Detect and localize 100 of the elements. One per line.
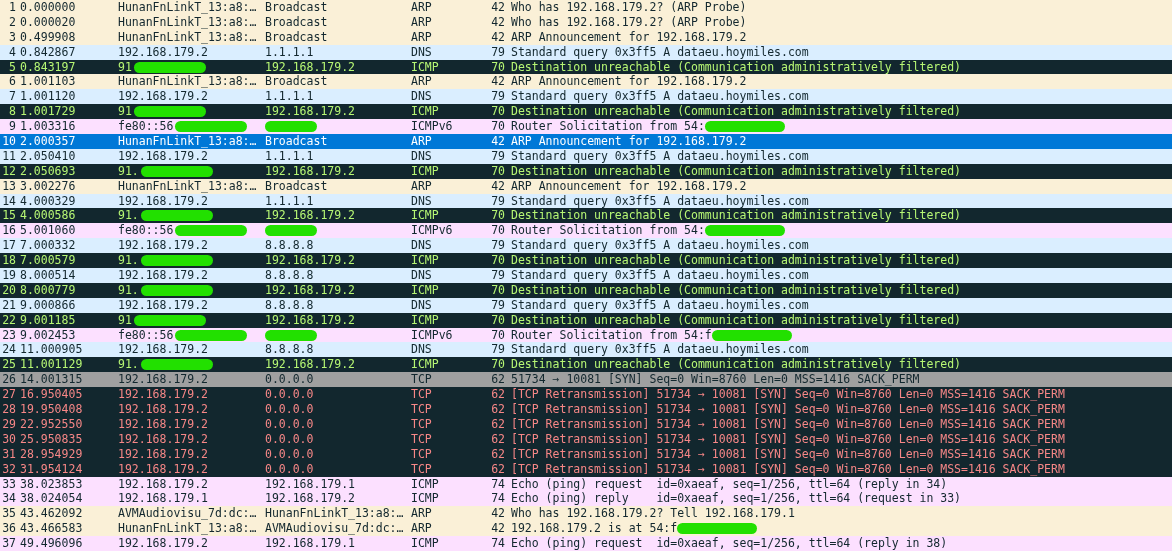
packet-row[interactable]: 18 7.000579 91. 192.168.179.2 ICMP 70 Destination unreachable (Communication administratively filtered) — [0, 253, 1172, 269]
packet-number: 10 — [2, 134, 16, 149]
packet-length: 70 — [491, 327, 505, 343]
source-address: 192.168.179.2 — [118, 431, 208, 447]
source-address: 192.168.179.2 — [118, 342, 208, 358]
packet-time: 38.024054 — [20, 491, 83, 507]
source-address: HunanFnLinkT_13:a8:… — [118, 74, 257, 90]
destination-address: 192.168.179.2 — [265, 104, 355, 120]
destination-address: 0.0.0.0 — [265, 387, 314, 403]
source-address: 192.168.179.2 — [118, 238, 208, 254]
packet-row[interactable]: 27 16.950405 192.168.179.2 0.0.0.0 TCP 62 [TCP Retransmission] 51734 → 10081 [SYN] Seq=0 Win=8760 Len=0 MSS=1416 SACK_PERM — [0, 387, 1172, 403]
packet-row[interactable]: 17 7.000332 192.168.179.2 8.8.8.8 DNS 79 Standard query 0x3ff5 A dataeu.hoymiles.com — [0, 238, 1172, 254]
packet-number: 25 — [2, 357, 16, 373]
destination-address: 192.168.179.1 — [265, 536, 355, 551]
protocol-label: DNS — [411, 238, 432, 254]
packet-time: 25.950835 — [20, 431, 83, 447]
packet-row[interactable]: 6 1.001103 HunanFnLinkT_13:a8:… Broadcast ARP 42 ARP Announcement for 192.168.179.2 — [0, 74, 1172, 90]
packet-info: Destination unreachable (Communication administratively filtered) — [511, 357, 962, 373]
source-address: AVMAudiovisu_7d:dc:… — [118, 506, 257, 522]
packet-row[interactable]: 25 11.001129 91. 192.168.179.2 ICMP 70 Destination unreachable (Communication administratively filtered) — [0, 357, 1172, 373]
packet-time: 7.000579 — [20, 253, 76, 269]
packet-number: 33 — [2, 476, 16, 492]
destination-address: 0.0.0.0 — [265, 402, 314, 417]
packet-row[interactable]: 10 2.000357 HunanFnLinkT_13:a8:… Broadcast ARP 42 ARP Announcement for 192.168.179.2 — [0, 134, 1172, 149]
packet-info: Destination unreachable (Communication administratively filtered) — [511, 253, 962, 269]
destination-address: Broadcast — [265, 14, 328, 30]
packet-time: 2.050693 — [20, 163, 76, 179]
packet-info: Standard query 0x3ff5 A dataeu.hoymiles.com — [511, 342, 809, 358]
packet-row[interactable]: 7 1.001120 192.168.179.2 1.1.1.1 DNS 79 Standard query 0x3ff5 A dataeu.hoymiles.com — [0, 89, 1172, 105]
packet-number: 22 — [2, 312, 16, 328]
packet-number: 31 — [2, 446, 16, 462]
packet-info: [TCP Retransmission] 51734 → 10081 [SYN] Seq=0 Win=8760 Len=0 MSS=1416 SACK_PERM — [511, 416, 1065, 432]
protocol-label: ICMP — [411, 357, 439, 373]
packet-number: 1 — [9, 0, 16, 15]
source-address: HunanFnLinkT_13:a8:… — [118, 134, 257, 149]
packet-number: 35 — [2, 506, 16, 522]
destination-address: 192.168.179.2 — [265, 208, 355, 224]
destination-address: Broadcast — [265, 29, 328, 45]
packet-row[interactable]: 1 0.000000 HunanFnLinkT_13:a8:… Broadcast ARP 42 Who has 192.168.179.2? (ARP Probe) — [0, 0, 1172, 15]
packet-row[interactable]: 16 5.001060 fe80::56 ICMPv6 70 Router Solicitation from 54: — [0, 223, 1172, 239]
packet-length: 70 — [491, 357, 505, 373]
source-address: 91 — [118, 59, 132, 75]
packet-time: 16.950405 — [20, 387, 83, 403]
packet-info: Destination unreachable (Communication administratively filtered) — [511, 59, 962, 75]
packet-number: 34 — [2, 491, 16, 507]
packet-row[interactable]: 15 4.000586 91. 192.168.179.2 ICMP 70 Destination unreachable (Communication administratively filtered) — [0, 208, 1172, 224]
packet-length: 70 — [491, 253, 505, 269]
packet-row[interactable]: 36 43.466583 HunanFnLinkT_13:a8:… AVMAudiovisu_7d:dc:… ARP 42 192.168.179.2 is at 54:f — [0, 521, 1172, 537]
destination-address: 192.168.179.2 — [265, 491, 355, 507]
packet-info: [TCP Retransmission] 51734 → 10081 [SYN] Seq=0 Win=8760 Len=0 MSS=1416 SACK_PERM — [511, 446, 1065, 462]
source-address: 192.168.179.2 — [118, 402, 208, 417]
packet-time: 1.001120 — [20, 89, 76, 105]
destination-address: 192.168.179.1 — [265, 476, 355, 492]
packet-row[interactable]: 8 1.001729 91 192.168.179.2 ICMP 70 Destination unreachable (Communication administratively filtered) — [0, 104, 1172, 120]
source-address: fe80::56 — [118, 223, 174, 239]
packet-length: 42 — [491, 506, 505, 522]
packet-info: ARP Announcement for 192.168.179.2 — [511, 178, 747, 194]
packet-row[interactable]: 26 14.001315 192.168.179.2 0.0.0.0 TCP 62 51734 → 10081 [SYN] Seq=0 Win=8760 Len=0 MSS=1416 SACK_PERM — [0, 372, 1172, 388]
destination-address: 192.168.179.2 — [265, 282, 355, 298]
packet-row[interactable]: 19 8.000514 192.168.179.2 8.8.8.8 DNS 79 Standard query 0x3ff5 A dataeu.hoymiles.com — [0, 268, 1172, 283]
packet-row[interactable]: 35 43.462092 AVMAudiovisu_7d:dc:… HunanFnLinkT_13:a8:… ARP 42 Who has 192.168.179.2? Tell 192.168.179.1 — [0, 506, 1172, 522]
packet-info: ARP Announcement for 192.168.179.2 — [511, 74, 747, 90]
destination-address: 192.168.179.2 — [265, 357, 355, 373]
source-address: 91 — [118, 312, 132, 328]
packet-row[interactable]: 9 1.003316 fe80::56 ICMPv6 70 Router Solicitation from 54: — [0, 119, 1172, 134]
packet-length: 79 — [491, 238, 505, 254]
packet-info: Destination unreachable (Communication administratively filtered) — [511, 163, 962, 179]
destination-address: 1.1.1.1 — [265, 193, 314, 209]
packet-row[interactable]: 37 49.496096 192.168.179.2 192.168.179.1 ICMP 74 Echo (ping) request id=0xaeaf, seq=1/256, ttl=64 (reply in 38) — [0, 536, 1172, 551]
packet-time: 2.050410 — [20, 148, 76, 164]
source-address: 192.168.179.2 — [118, 89, 208, 105]
packet-time: 2.000357 — [20, 134, 76, 149]
source-address: fe80::56 — [118, 327, 174, 343]
protocol-label: ARP — [411, 521, 432, 537]
packet-length: 42 — [491, 74, 505, 90]
packet-length: 79 — [491, 148, 505, 164]
packet-length: 62 — [491, 461, 505, 477]
packet-time: 7.000332 — [20, 238, 76, 254]
protocol-label: ARP — [411, 74, 432, 90]
protocol-label: TCP — [411, 416, 432, 432]
protocol-label: ARP — [411, 178, 432, 194]
packet-number: 8 — [9, 104, 16, 120]
source-address: 192.168.179.2 — [118, 193, 208, 209]
source-address: 192.168.179.2 — [118, 268, 208, 283]
packet-number: 19 — [2, 268, 16, 283]
packet-length: 74 — [491, 491, 505, 507]
packet-row[interactable]: 34 38.024054 192.168.179.1 192.168.179.2 ICMP 74 Echo (ping) reply id=0xaeaf, seq=1/256, ttl=64 (request in 33) — [0, 491, 1172, 507]
protocol-label: ICMP — [411, 104, 439, 120]
packet-row[interactable]: 24 11.000905 192.168.179.2 8.8.8.8 DNS 79 Standard query 0x3ff5 A dataeu.hoymiles.com — [0, 342, 1172, 358]
packet-number: 37 — [2, 536, 16, 551]
destination-address: Broadcast — [265, 0, 328, 15]
packet-row[interactable]: 28 19.950408 192.168.179.2 0.0.0.0 TCP 62 [TCP Retransmission] 51734 → 10081 [SYN] Seq=0 Win=8760 Len=0 MSS=1416 SACK_PERM — [0, 402, 1172, 417]
packet-number: 21 — [2, 297, 16, 313]
packet-number: 36 — [2, 521, 16, 537]
source-address: 91. — [118, 253, 139, 269]
source-address: 192.168.179.2 — [118, 297, 208, 313]
packet-length: 70 — [491, 59, 505, 75]
packet-length: 42 — [491, 134, 505, 149]
packet-info: Standard query 0x3ff5 A dataeu.hoymiles.com — [511, 238, 809, 254]
packet-time: 1.001729 — [20, 104, 76, 120]
